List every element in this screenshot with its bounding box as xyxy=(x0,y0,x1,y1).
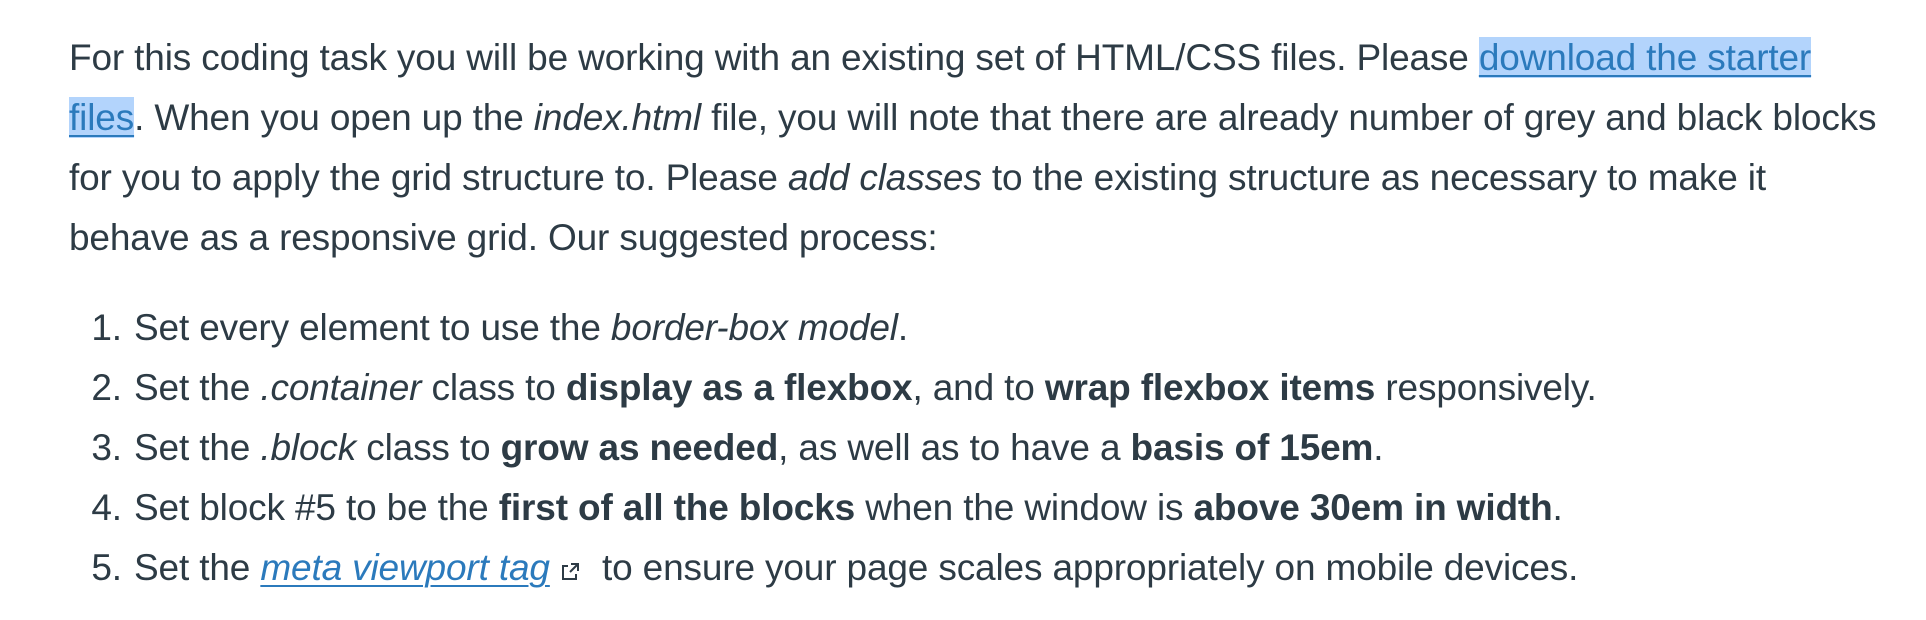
intro-text-1: For this coding task you will be working… xyxy=(69,37,1479,78)
step-text: responsively. xyxy=(1375,367,1597,408)
list-item: Set the .block class to grow as needed, … xyxy=(132,418,1889,478)
list-item: Set every element to use the border-box … xyxy=(132,298,1889,358)
step-text: Set the xyxy=(134,367,261,408)
assignment-content: For this coding task you will be working… xyxy=(69,28,1889,600)
step-emphasis: border-box model xyxy=(610,307,898,348)
step-text: class to xyxy=(356,427,501,468)
meta-viewport-tag-link[interactable]: meta viewport tag xyxy=(260,547,550,588)
step-text: Set the xyxy=(134,547,261,588)
step-text: class to xyxy=(421,367,566,408)
external-link-icon[interactable] xyxy=(560,540,580,600)
step-strong: grow as needed xyxy=(500,427,779,468)
step-text: Set every element to use the xyxy=(134,307,611,348)
list-item: Set the .container class to display as a… xyxy=(132,358,1889,418)
step-emphasis: .block xyxy=(260,427,357,468)
intro-paragraph: For this coding task you will be working… xyxy=(69,28,1889,268)
intro-add-classes: add classes xyxy=(787,157,982,198)
step-strong: first of all the blocks xyxy=(498,487,856,528)
step-strong: wrap flexbox items xyxy=(1044,367,1376,408)
intro-text-2: . When you open up the xyxy=(134,97,534,138)
step-text: , and to xyxy=(912,367,1045,408)
step-strong: display as a flexbox xyxy=(565,367,913,408)
step-text: , as well as to have a xyxy=(778,427,1131,468)
step-text: . xyxy=(1373,427,1384,468)
step-text: . xyxy=(1552,487,1563,528)
step-text: . xyxy=(897,307,908,348)
step-text: when the window is xyxy=(855,487,1194,528)
step-strong: above 30em in width xyxy=(1193,487,1553,528)
intro-index-html: index.html xyxy=(533,97,701,138)
step-text: Set block #5 to be the xyxy=(134,487,499,528)
step-text: Set the xyxy=(134,427,261,468)
list-item: Set the meta viewport tag to ensure your… xyxy=(132,538,1889,600)
list-item: Set block #5 to be the first of all the … xyxy=(132,478,1889,538)
step-strong: basis of 15em xyxy=(1130,427,1374,468)
step-text: to ensure your page scales appropriately… xyxy=(591,547,1579,588)
steps-list: Set every element to use the border-box … xyxy=(69,298,1889,600)
meta-viewport-tag-link-text: meta viewport tag xyxy=(260,547,550,588)
step-emphasis: .container xyxy=(260,367,422,408)
